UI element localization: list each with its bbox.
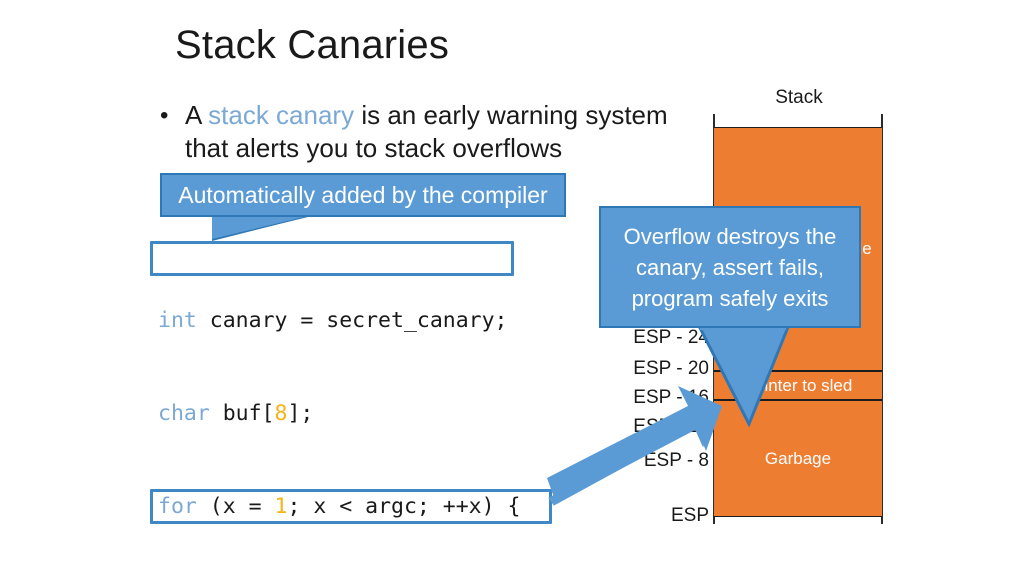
code-number-8: 8 [274,401,288,426]
code-line-2-a: buf[ [209,401,275,426]
callout-overflow-line-1: Overflow destroys the [623,223,837,249]
highlight-box-canary-declaration [150,241,514,276]
esp-label: ESP - 20 [633,358,709,379]
esp-label: ESP - 16 [633,387,709,408]
bullet-highlight-stack-canary: stack canary [208,100,355,130]
stack-segment-garbage: Garbage [714,400,882,517]
esp-label: ESP - 24 [633,327,709,348]
callout-compiler-label: Automatically added by the compiler [178,182,548,208]
code-keyword-int: int [158,308,197,333]
code-block: int canary = secret_canary; char buf[8];… [158,243,546,576]
compiler-callout-tail [212,216,308,239]
esp-label: ESP [670,505,709,526]
code-line-2-b: ]; [287,401,314,426]
code-keyword-char: char [158,401,210,426]
page-title: Stack Canaries [175,23,450,67]
bullet-marker: • [160,102,169,129]
callout-overflow-line-2: canary, assert fails, [636,254,824,280]
stack-diagram-label: Stack [775,87,823,108]
callout-compiler: Automatically added by the compiler [160,173,566,217]
bullet-text-pre: A [185,100,209,130]
esp-label: ESP - 8 [643,450,709,471]
stack-segment-pointer-to-sled: Pointer to sled [714,371,882,400]
code-line-1: int canary = secret_canary; [158,305,546,336]
callout-overflow-line-3: program safely exits [631,285,829,311]
esp-label: ESP - 12 [633,416,709,437]
code-line-1-rest: canary = secret_canary; [196,308,508,333]
code-line-2: char buf[8]; [158,398,546,429]
slide-canvas: Stack Canaries • A stack canary is an ea… [0,0,1024,576]
callout-overflow: Overflow destroys the canary, assert fai… [599,206,861,328]
callout-overflow-text: Overflow destroys the canary, assert fai… [624,221,837,314]
highlight-box-assert-check [150,489,552,524]
